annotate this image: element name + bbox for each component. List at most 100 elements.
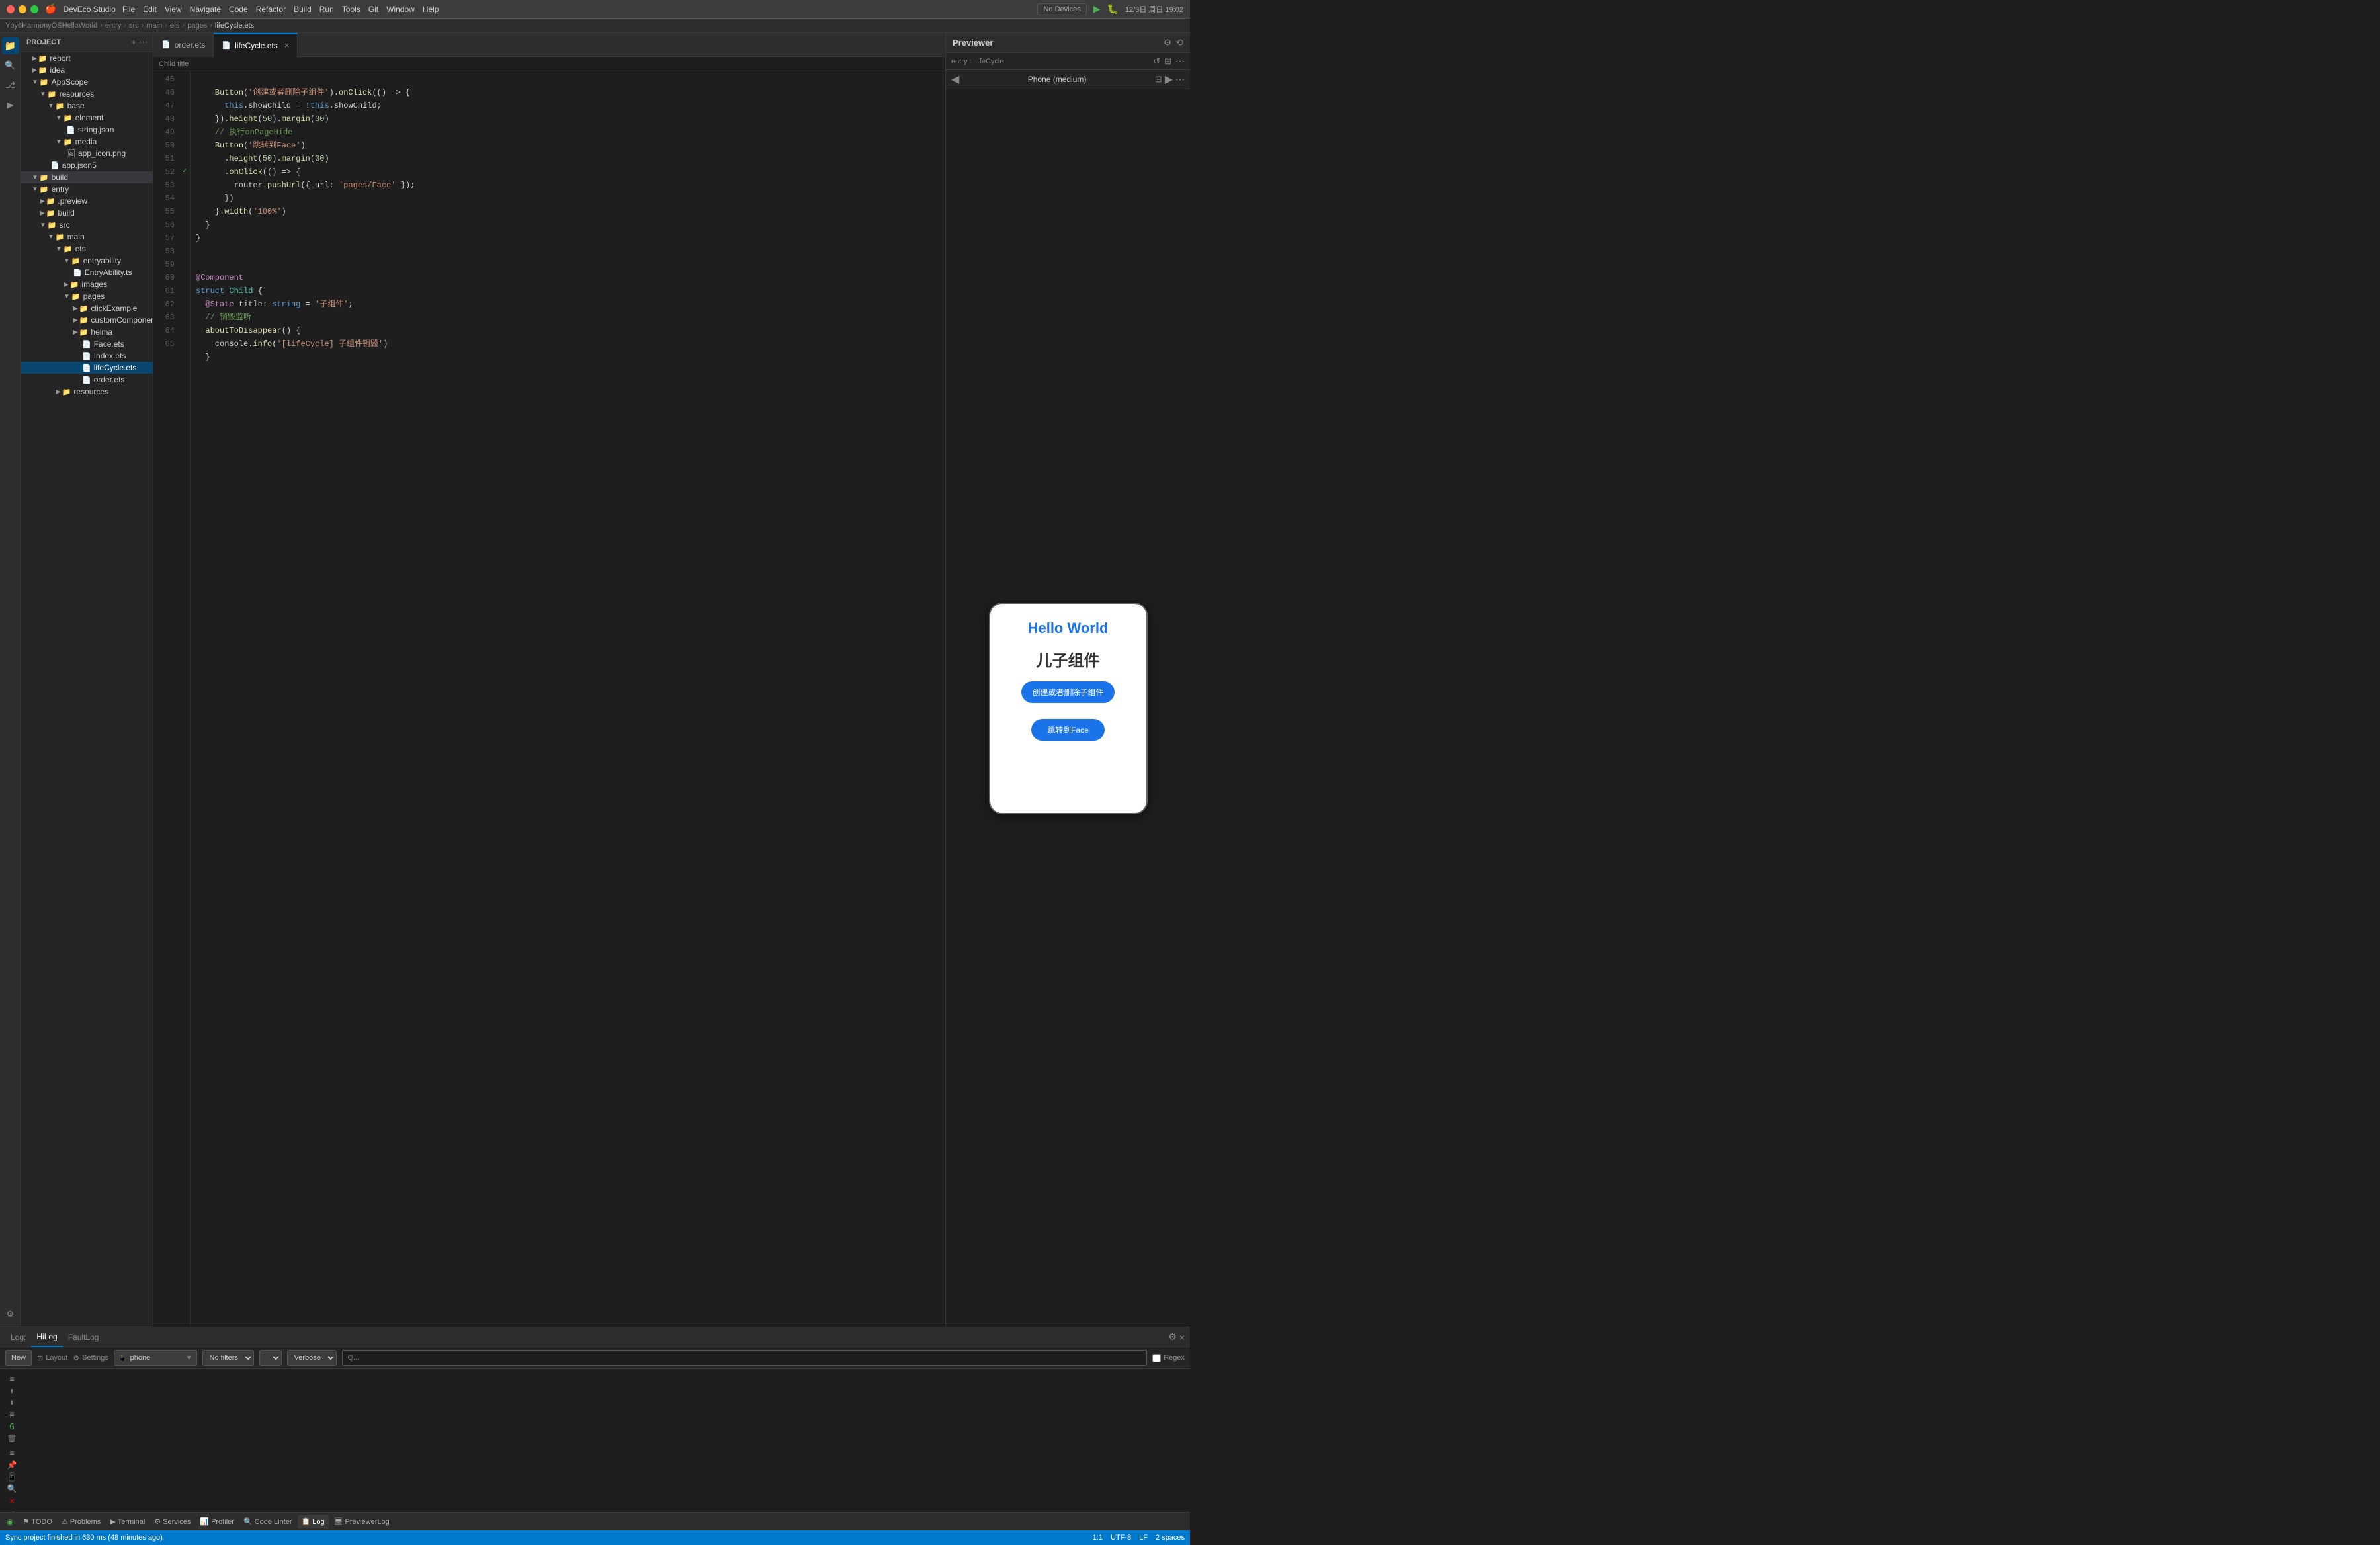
previewer-device-switch-icon[interactable]: ⊟ [1155, 74, 1162, 85]
tree-item-entryability[interactable]: ▼ 📁 entryability [21, 255, 153, 267]
menu-tools[interactable]: Tools [342, 5, 361, 14]
log-icon-4[interactable]: ≣ [9, 1410, 14, 1419]
debug-icon[interactable]: ▶ [2, 97, 19, 114]
tree-item-media[interactable]: ▼ 📁 media [21, 136, 153, 147]
tab-lifecycle-ets[interactable]: 📄 lifeCycle.ets × [214, 33, 298, 57]
log-settings-button[interactable]: ⚙ Settings [73, 1350, 108, 1366]
minimize-window-button[interactable] [19, 5, 26, 13]
menu-code[interactable]: Code [229, 5, 248, 14]
tool-previewerlog[interactable]: 🖥 PreviewerLog [330, 1515, 394, 1528]
extensions-icon[interactable]: ⚙ [2, 1306, 19, 1323]
breadcrumb-item-0[interactable]: Yby6HarmonyOSHelloWorld [5, 22, 97, 30]
device-filter-input[interactable] [130, 1354, 183, 1362]
encoding[interactable]: UTF-8 [1111, 1534, 1131, 1542]
log-layout-button[interactable]: ⊞ Layout [37, 1350, 67, 1366]
filters-select[interactable]: No filters [202, 1350, 254, 1366]
debug-button[interactable]: 🐛 [1107, 3, 1119, 15]
tree-item-ets[interactable]: ▼ 📁 ets [21, 243, 153, 255]
tree-item-resources2[interactable]: ▶ 📁 resources [21, 386, 153, 397]
tree-item-appscope[interactable]: ▼ 📁 AppScope [21, 76, 153, 88]
sidebar-menu-icon[interactable]: ⋯ [139, 37, 148, 48]
tool-codelinter[interactable]: 🔍 Code Linter [239, 1515, 296, 1528]
phone-nav-button[interactable]: 跳转到Face [1031, 719, 1105, 741]
tab-close-icon[interactable]: × [284, 40, 290, 50]
tree-item-index-ets[interactable]: 📄 Index.ets [21, 350, 153, 362]
regex-label[interactable]: Regex [1152, 1354, 1185, 1362]
line-ending[interactable]: LF [1139, 1534, 1148, 1542]
line-col[interactable]: 1:1 [1093, 1534, 1103, 1542]
tree-item-report[interactable]: ▶ 📁 report [21, 52, 153, 64]
previewer-more-icon[interactable]: ⋯ [1175, 56, 1185, 67]
tree-item-face-ets[interactable]: 📄 Face.ets [21, 338, 153, 350]
sidebar-new-icon[interactable]: + [131, 37, 136, 48]
log-search-input[interactable] [342, 1350, 1148, 1366]
log-icon-2[interactable]: ⬆ [9, 1386, 14, 1396]
log-level-select[interactable]: Verbose [287, 1350, 337, 1366]
log-tab-hilog[interactable]: HiLog [31, 1327, 62, 1347]
menu-edit[interactable]: Edit [143, 5, 157, 14]
tree-item-entry[interactable]: ▼ 📁 entry [21, 183, 153, 195]
maximize-window-button[interactable] [30, 5, 38, 13]
tree-item-customcomponents[interactable]: ▶ 📁 customComponents [21, 314, 153, 326]
log-icon-6[interactable]: 🗑 [7, 1434, 17, 1443]
menu-view[interactable]: View [165, 5, 182, 14]
tool-problems[interactable]: ⚠ Problems [58, 1515, 105, 1528]
phone-create-button[interactable]: 创建或者删除子组件 [1021, 681, 1114, 703]
git-icon[interactable]: ⎇ [2, 77, 19, 94]
log-icon-8[interactable]: 📌 [7, 1460, 17, 1470]
indent-spaces[interactable]: 2 spaces [1156, 1534, 1185, 1542]
menu-refactor[interactable]: Refactor [256, 5, 286, 14]
breadcrumb-item-2[interactable]: src [129, 22, 139, 30]
tab-order-ets[interactable]: 📄 order.ets [153, 33, 214, 57]
breadcrumb-item-6[interactable]: lifeCycle.ets [215, 22, 254, 30]
tree-item-main[interactable]: ▼ 📁 main [21, 231, 153, 243]
breadcrumb-item-3[interactable]: main [146, 22, 162, 30]
deveco-icon[interactable]: ◉ [3, 1517, 17, 1526]
tool-terminal[interactable]: ▶ Terminal [106, 1515, 149, 1528]
log-icon-3[interactable]: ⬇ [9, 1398, 14, 1407]
tree-item-appscope-resources[interactable]: ▼ 📁 resources [21, 88, 153, 100]
log-new-button[interactable]: New [5, 1350, 32, 1366]
search-icon[interactable]: 🔍 [2, 57, 19, 74]
tree-item-app-json5[interactable]: 📄 app.json5 [21, 159, 153, 171]
tree-item-idea[interactable]: ▶ 📁 idea [21, 64, 153, 76]
tree-item-order-ets[interactable]: 📄 order.ets [21, 374, 153, 386]
log-icon-10[interactable]: 🔍 [7, 1484, 17, 1493]
breadcrumb-item-1[interactable]: entry [105, 22, 121, 30]
previewer-orientation-icon[interactable]: ⟲ [1175, 37, 1183, 48]
log-settings-icon[interactable]: ⚙ [1168, 1331, 1177, 1343]
menu-file[interactable]: File [122, 5, 135, 14]
log-tab-log[interactable]: Log: [5, 1327, 31, 1347]
no-devices-button[interactable]: No Devices [1037, 3, 1086, 15]
tree-item-clickexample[interactable]: ▶ 📁 clickExample [21, 302, 153, 314]
log-icon-9[interactable]: 📱 [7, 1472, 17, 1482]
explorer-icon[interactable]: 📁 [2, 37, 19, 54]
menu-build[interactable]: Build [294, 5, 312, 14]
previewer-more2-icon[interactable]: ⋯ [1175, 74, 1185, 85]
menu-run[interactable]: Run [319, 5, 334, 14]
tree-item-images[interactable]: ▶ 📁 images [21, 278, 153, 290]
tree-item-src[interactable]: ▼ 📁 src [21, 219, 153, 231]
log-tab-faultlog[interactable]: FaultLog [63, 1327, 105, 1347]
run-button[interactable]: ▶ [1093, 3, 1101, 15]
regex-checkbox[interactable] [1152, 1354, 1161, 1362]
tool-log[interactable]: 📋 Log [298, 1515, 329, 1528]
filter2-select[interactable] [259, 1350, 282, 1366]
log-icon-5[interactable]: G [9, 1422, 14, 1431]
tool-todo[interactable]: ⚑ TODO [19, 1515, 56, 1528]
log-close-icon[interactable]: × [1179, 1332, 1185, 1343]
menu-git[interactable]: Git [368, 5, 378, 14]
menu-window[interactable]: Window [386, 5, 415, 14]
menu-help[interactable]: Help [423, 5, 439, 14]
tree-item-lifecycle-ets[interactable]: 📄 lifeCycle.ets [21, 362, 153, 374]
menu-navigate[interactable]: Navigate [190, 5, 221, 14]
log-icon-1[interactable]: ≡ [9, 1374, 14, 1384]
code-text[interactable]: Button('创建或者删除子组件').onClick(() => { this… [191, 71, 945, 1327]
tree-item-build[interactable]: ▼ 📁 build [21, 171, 153, 183]
previewer-split-icon[interactable]: ⊞ [1164, 56, 1171, 67]
tree-item-heima[interactable]: ▶ 📁 heima [21, 326, 153, 338]
tree-item-build2[interactable]: ▶ 📁 build [21, 207, 153, 219]
tree-item-preview[interactable]: ▶ 📁 .preview [21, 195, 153, 207]
tree-item-entryability-ts[interactable]: 📄 EntryAbility.ts [21, 267, 153, 278]
tree-item-string-json[interactable]: 📄 string.json [21, 124, 153, 136]
